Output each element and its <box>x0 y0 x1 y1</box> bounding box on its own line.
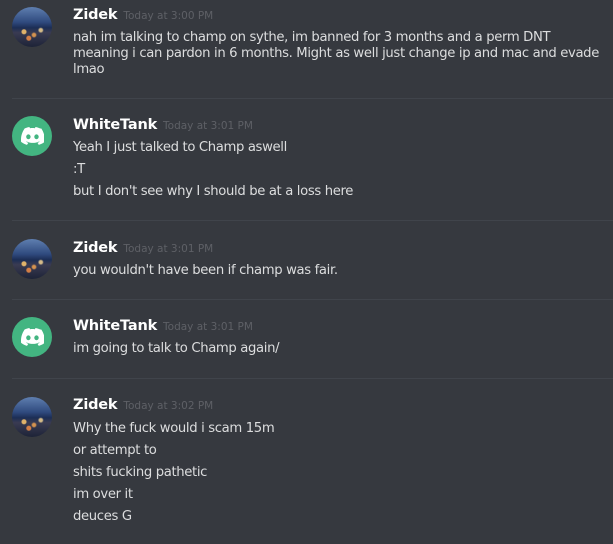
author-name[interactable]: WhiteTank <box>73 318 157 334</box>
message-line: but I don't see why I should be at a los… <box>73 184 354 199</box>
message-line: you wouldn't have been if champ was fair… <box>73 263 338 278</box>
chat-messages: Zidek Today at 3:00 PM nah im talking to … <box>0 0 613 544</box>
message-author[interactable]: Zidek Today at 3:01 PM <box>73 240 213 256</box>
author-name[interactable]: Zidek <box>73 397 118 413</box>
message-line: im over it <box>73 487 133 502</box>
message-line: lmao <box>73 62 105 77</box>
author-name[interactable]: Zidek <box>73 7 118 23</box>
user-avatar[interactable] <box>12 239 52 279</box>
author-name[interactable]: WhiteTank <box>73 117 157 133</box>
message-timestamp: Today at 3:02 PM <box>123 400 214 412</box>
message-author[interactable]: Zidek Today at 3:02 PM <box>73 397 213 413</box>
message-author[interactable]: WhiteTank Today at 3:01 PM <box>73 318 253 334</box>
message-line: :T <box>73 162 85 177</box>
discord-logo-icon <box>21 328 44 346</box>
message-divider <box>12 98 613 99</box>
message-line: nah im talking to champ on sythe, im ban… <box>73 30 551 45</box>
message-author[interactable]: Zidek Today at 3:00 PM <box>73 7 213 23</box>
message-author[interactable]: WhiteTank Today at 3:01 PM <box>73 117 253 133</box>
author-name[interactable]: Zidek <box>73 240 118 256</box>
message-line: or attempt to <box>73 443 157 458</box>
message-line: deuces G <box>73 509 132 524</box>
user-avatar[interactable] <box>12 116 52 156</box>
discord-logo-icon <box>21 127 44 145</box>
message-timestamp: Today at 3:01 PM <box>163 321 253 333</box>
message-divider <box>12 378 613 379</box>
message-line: im going to talk to Champ again/ <box>73 341 280 356</box>
message-timestamp: Today at 3:01 PM <box>163 120 253 132</box>
user-avatar[interactable] <box>12 7 52 47</box>
user-avatar[interactable] <box>12 397 52 437</box>
message-line: meaning i can pardon in 6 months. Might … <box>73 46 599 61</box>
message-line: shits fucking pathetic <box>73 465 208 480</box>
message-divider <box>12 220 613 221</box>
message-line: Why the fuck would i scam 15m <box>73 421 275 436</box>
message-timestamp: Today at 3:01 PM <box>123 243 214 255</box>
message-line: Yeah I just talked to Champ aswell <box>73 140 287 155</box>
user-avatar[interactable] <box>12 317 52 357</box>
message-divider <box>12 299 613 300</box>
message-timestamp: Today at 3:00 PM <box>123 10 214 22</box>
